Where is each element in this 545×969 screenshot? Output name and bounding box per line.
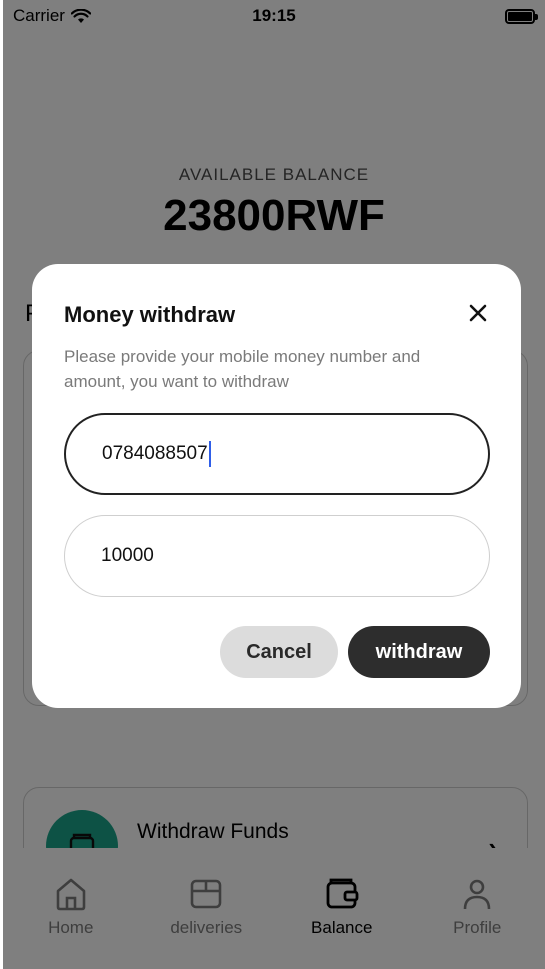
close-icon[interactable] <box>465 300 491 326</box>
amount-field[interactable]: 10000 <box>64 515 490 597</box>
withdraw-button[interactable]: withdraw <box>348 626 490 678</box>
dialog-description: Please provide your mobile money number … <box>64 347 421 391</box>
amount-value: 10000 <box>101 545 154 566</box>
cancel-button[interactable]: Cancel <box>220 626 338 678</box>
phone-number-field[interactable]: 0784088507 <box>64 413 490 495</box>
money-withdraw-dialog: Money withdraw Please provide your mobil… <box>32 264 521 708</box>
app-screen: Carrier 19:15 AVAILABLE BALANCE 23800RWF… <box>3 0 545 969</box>
dialog-title: Money withdraw <box>64 302 236 327</box>
text-caret <box>208 441 211 467</box>
phone-number-value: 0784088507 <box>102 443 208 464</box>
